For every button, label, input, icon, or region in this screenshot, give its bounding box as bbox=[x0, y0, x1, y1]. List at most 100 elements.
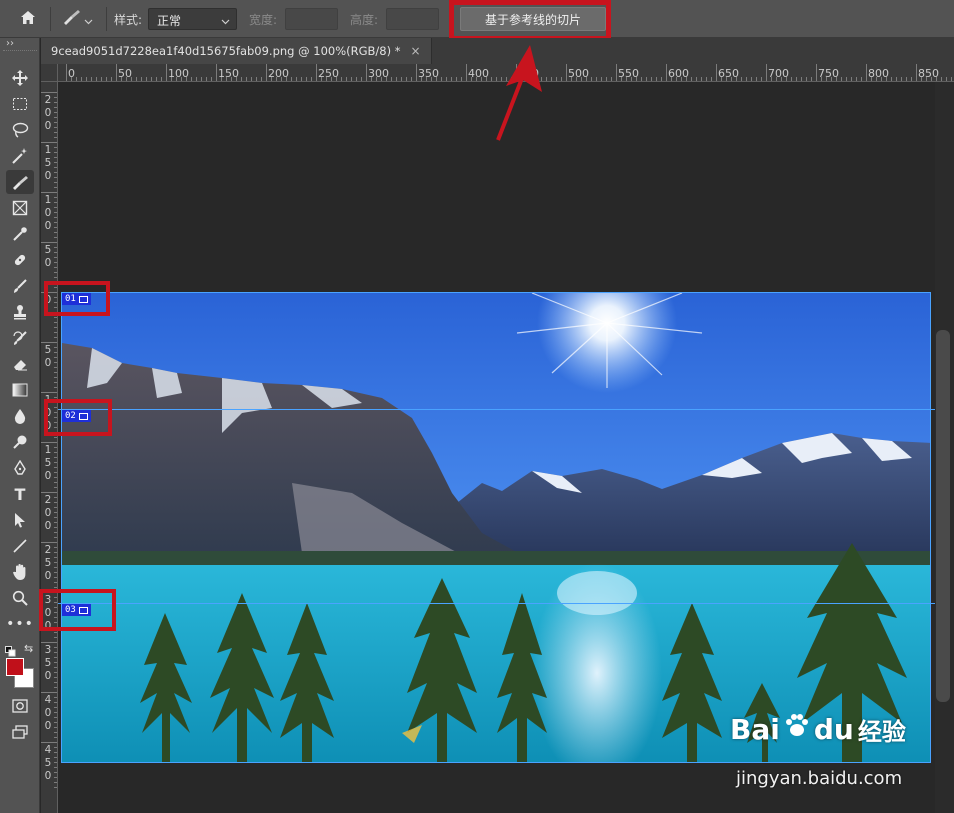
ruler-minor-tick bbox=[646, 77, 647, 81]
ruler-minor-tick bbox=[356, 77, 357, 81]
edit-toolbar-button[interactable]: ••• bbox=[6, 612, 34, 636]
paw-icon bbox=[784, 713, 810, 746]
ruler-tick-digit: 0 bbox=[44, 107, 52, 119]
ruler-major-tick bbox=[41, 392, 57, 393]
ruler-origin[interactable] bbox=[41, 64, 58, 82]
ruler-minor-tick bbox=[376, 77, 377, 81]
clone-stamp-tool[interactable] bbox=[6, 300, 34, 324]
type-tool[interactable]: T bbox=[6, 482, 34, 506]
ruler-minor-tick bbox=[796, 77, 797, 81]
ruler-minor-tick bbox=[931, 77, 932, 81]
quick-mask-button[interactable] bbox=[6, 694, 34, 718]
ruler-minor-tick bbox=[881, 77, 882, 81]
ruler-minor-tick bbox=[391, 77, 392, 81]
pen-icon bbox=[12, 460, 28, 476]
magic-wand-tool[interactable] bbox=[6, 144, 34, 168]
slice-tool[interactable] bbox=[6, 170, 34, 194]
collapse-icon[interactable]: ›› bbox=[6, 38, 14, 49]
ruler-minor-tick bbox=[136, 77, 137, 81]
dodge-tool[interactable] bbox=[6, 430, 34, 454]
ruler-tick-digit: 0 bbox=[44, 570, 52, 582]
ruler-minor-tick bbox=[311, 77, 312, 81]
ruler-tick-digit: 0 bbox=[44, 220, 52, 232]
ruler-minor-tick bbox=[86, 77, 87, 81]
ruler-tick-digit: 1 bbox=[44, 144, 52, 156]
ruler-major-tick bbox=[41, 192, 57, 193]
marquee-tool[interactable] bbox=[6, 92, 34, 116]
horizontal-guide[interactable] bbox=[58, 603, 935, 604]
ruler-minor-tick bbox=[831, 77, 832, 81]
stamp-icon bbox=[12, 304, 28, 320]
marquee-icon bbox=[12, 97, 28, 111]
vertical-ruler[interactable]: 20015010050050100150200250300350400450 bbox=[41, 82, 58, 813]
ruler-minor-tick bbox=[106, 77, 107, 81]
height-input[interactable] bbox=[386, 8, 439, 30]
more-icon: ••• bbox=[6, 616, 34, 632]
home-icon bbox=[20, 10, 36, 29]
ruler-minor-tick bbox=[841, 77, 842, 81]
ruler-minor-tick bbox=[191, 77, 192, 81]
ruler-minor-tick bbox=[936, 77, 937, 81]
ruler-minor-tick bbox=[726, 77, 727, 81]
ruler-tick-digit: 1 bbox=[44, 194, 52, 206]
ruler-minor-tick bbox=[691, 77, 692, 81]
ruler-minor-tick bbox=[101, 77, 102, 81]
history-brush-tool[interactable] bbox=[6, 326, 34, 350]
pen-tool[interactable] bbox=[6, 456, 34, 480]
ruler-major-tick bbox=[666, 64, 667, 81]
path-selection-tool[interactable] bbox=[6, 508, 34, 532]
ruler-minor-tick bbox=[401, 77, 402, 81]
eyedropper-icon bbox=[12, 226, 28, 242]
document-tab[interactable]: 9cead9051d7228ea1f40d15675fab09.png @ 10… bbox=[41, 38, 432, 64]
ruler-minor-tick bbox=[261, 77, 262, 81]
foreground-color-swatch[interactable] bbox=[6, 658, 24, 676]
hand-tool[interactable] bbox=[6, 560, 34, 584]
ruler-tick-digit: 0 bbox=[44, 720, 52, 732]
tool-preset-picker[interactable] bbox=[62, 8, 102, 30]
ruler-minor-tick bbox=[121, 77, 122, 81]
eyedropper-tool[interactable] bbox=[6, 222, 34, 246]
lasso-tool[interactable] bbox=[6, 118, 34, 142]
ruler-minor-tick bbox=[141, 77, 142, 81]
ruler-minor-tick bbox=[156, 77, 157, 81]
eraser-icon bbox=[12, 356, 28, 372]
ruler-minor-tick bbox=[876, 77, 877, 81]
brush-tool[interactable] bbox=[6, 274, 34, 298]
ruler-minor-tick bbox=[161, 77, 162, 81]
style-select[interactable]: 正常 bbox=[148, 8, 237, 30]
eraser-tool[interactable] bbox=[6, 352, 34, 376]
vertical-scrollbar-thumb[interactable] bbox=[936, 330, 950, 702]
ruler-minor-tick bbox=[846, 77, 847, 81]
close-icon[interactable]: × bbox=[411, 44, 421, 58]
line-tool[interactable] bbox=[6, 534, 34, 558]
gradient-tool[interactable] bbox=[6, 378, 34, 402]
ruler-minor-tick bbox=[706, 77, 707, 81]
gradient-icon bbox=[12, 383, 28, 397]
highlight-box-slice-03 bbox=[39, 589, 116, 631]
healing-brush-tool[interactable] bbox=[6, 248, 34, 272]
ruler-minor-tick bbox=[626, 77, 627, 81]
horizontal-guide[interactable] bbox=[58, 409, 935, 410]
swap-colors-icon[interactable]: ⇆ bbox=[24, 642, 33, 655]
blur-tool[interactable] bbox=[6, 404, 34, 428]
ruler-minor-tick bbox=[656, 77, 657, 81]
ruler-minor-tick bbox=[486, 77, 487, 81]
frame-tool[interactable] bbox=[6, 196, 34, 220]
width-input[interactable] bbox=[285, 8, 338, 30]
ruler-tick-digit: 2 bbox=[44, 494, 52, 506]
ruler-minor-tick bbox=[786, 77, 787, 81]
document-image[interactable] bbox=[61, 292, 931, 763]
highlight-box-slice-01 bbox=[44, 281, 110, 316]
ruler-tick-label: 450 bbox=[44, 744, 52, 783]
ruler-minor-tick bbox=[736, 77, 737, 81]
ruler-minor-tick bbox=[296, 77, 297, 81]
ruler-minor-tick bbox=[381, 77, 382, 81]
ruler-tick-digit: 5 bbox=[44, 657, 52, 669]
logo-text-2: du bbox=[813, 713, 854, 746]
home-button[interactable] bbox=[14, 6, 42, 32]
screen-mode-button[interactable] bbox=[6, 720, 34, 744]
move-tool[interactable] bbox=[6, 66, 34, 90]
zoom-tool[interactable] bbox=[6, 586, 34, 610]
ruler-minor-tick bbox=[406, 77, 407, 81]
default-colors-icon[interactable] bbox=[5, 642, 16, 657]
